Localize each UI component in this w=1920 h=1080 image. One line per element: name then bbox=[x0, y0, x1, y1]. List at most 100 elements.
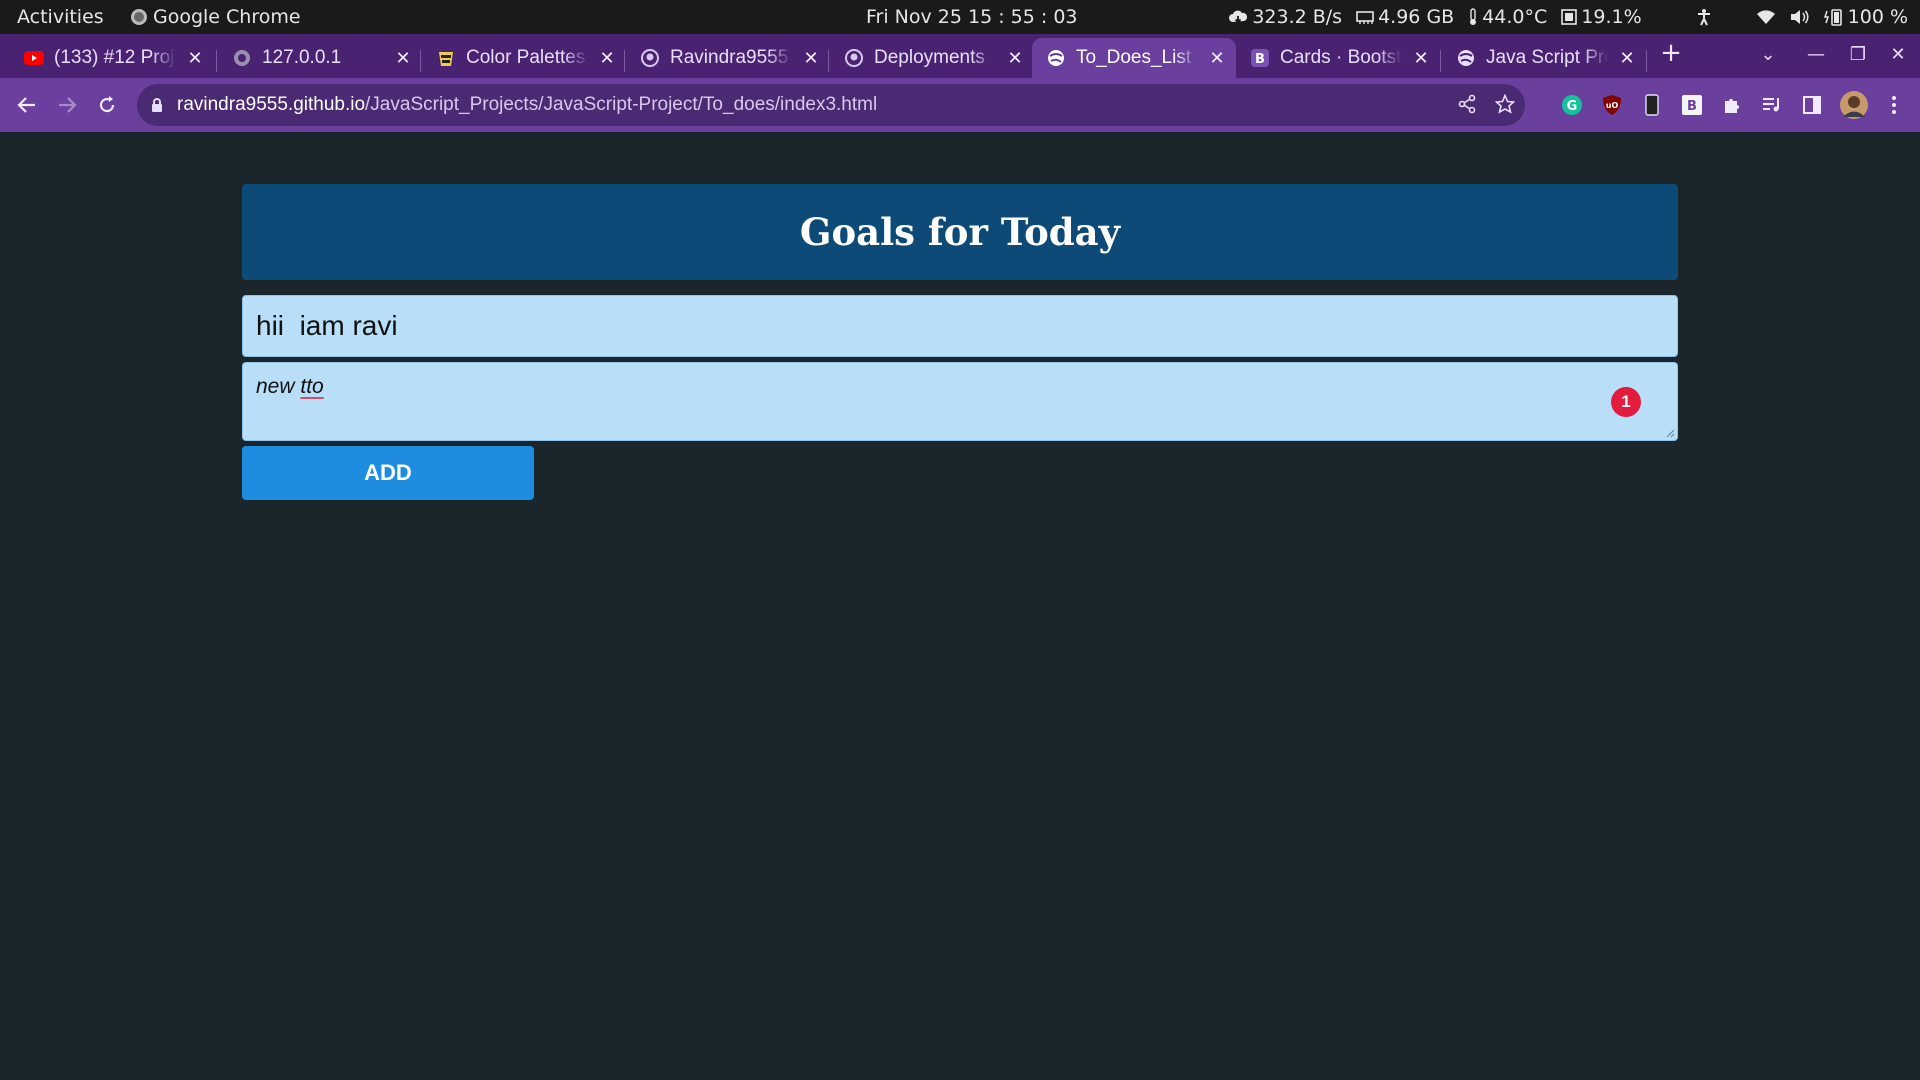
app-name: Google Chrome bbox=[153, 6, 301, 28]
wifi-indicator bbox=[1756, 9, 1776, 25]
minimize-button[interactable]: — bbox=[1804, 44, 1828, 65]
window-close-button[interactable]: ✕ bbox=[1886, 44, 1910, 65]
tab-title: Cards · Bootstrap bbox=[1280, 47, 1402, 68]
tab-strip: (133) #12 Project ✕ 127.0.0.1 ✕ Color Pa… bbox=[0, 34, 1920, 78]
close-icon[interactable]: ✕ bbox=[1616, 47, 1638, 69]
accessibility-indicator bbox=[1696, 8, 1712, 26]
color-palette-icon bbox=[436, 48, 456, 68]
tab-search-button[interactable]: ⌄ bbox=[1756, 44, 1780, 65]
tab-title: 127.0.0.1 bbox=[262, 47, 342, 68]
battery-charging-icon bbox=[1823, 9, 1842, 26]
chrome-menu-button[interactable] bbox=[1881, 92, 1907, 118]
page-viewport: Goals for Today hii iam ravi new tto 1 A… bbox=[0, 132, 1920, 1080]
tab-separator bbox=[828, 50, 829, 72]
resize-handle-icon[interactable] bbox=[1665, 428, 1675, 438]
puzzle-icon bbox=[1725, 99, 1739, 113]
system-status-area[interactable]: 323.2 B/s 4.96 GB 44.0°C 19.1% 100 % bbox=[1228, 6, 1908, 28]
tab-title: Ravindra9555 bbox=[670, 47, 789, 68]
tab-separator bbox=[1440, 50, 1441, 72]
grammarly-icon: G bbox=[1562, 95, 1582, 115]
tab-title: Deployments bbox=[874, 47, 985, 68]
grammarly-suggestion-badge[interactable]: 1 bbox=[1611, 387, 1641, 417]
tab-title: (133) #12 Project bbox=[54, 47, 176, 68]
memory-usage: 4.96 GB bbox=[1356, 6, 1454, 28]
clock[interactable]: Fri Nov 25 15 : 55 : 03 bbox=[866, 6, 1078, 28]
more-vertical-icon bbox=[1892, 96, 1896, 114]
app-menu[interactable]: Google Chrome bbox=[131, 6, 301, 28]
restore-button[interactable]: ❐ bbox=[1846, 44, 1870, 65]
arrow-right-icon bbox=[59, 97, 77, 113]
tab-deployments[interactable]: Deployments ✕ bbox=[830, 38, 1034, 78]
cpu-usage: 19.1% bbox=[1561, 6, 1642, 28]
add-button[interactable]: ADD bbox=[242, 446, 534, 500]
svg-text:B: B bbox=[1255, 52, 1265, 67]
tab-youtube[interactable]: (133) #12 Project ✕ bbox=[10, 38, 214, 78]
svg-text:B: B bbox=[1687, 99, 1697, 114]
globe-icon bbox=[1456, 48, 1476, 68]
memory-icon bbox=[1356, 11, 1374, 24]
tab-separator bbox=[420, 50, 421, 72]
tab-separator bbox=[216, 50, 217, 72]
extension-b[interactable]: B bbox=[1679, 92, 1705, 118]
accessibility-icon bbox=[1697, 9, 1710, 26]
close-icon[interactable]: ✕ bbox=[1410, 47, 1432, 69]
svg-text:G: G bbox=[1567, 99, 1578, 114]
svg-text:uO: uO bbox=[1606, 101, 1619, 110]
close-icon[interactable]: ✕ bbox=[392, 47, 414, 69]
side-panel-icon bbox=[1803, 96, 1821, 114]
todo-title-input[interactable]: hii iam ravi bbox=[242, 295, 1678, 357]
misspelled-word: tto bbox=[300, 375, 324, 398]
close-icon[interactable]: ✕ bbox=[1004, 47, 1026, 69]
close-icon[interactable]: ✕ bbox=[596, 47, 618, 69]
page-title: Goals for Today bbox=[799, 210, 1121, 254]
new-tab-button[interactable]: + bbox=[1656, 38, 1686, 68]
b-extension-icon: B bbox=[1682, 95, 1702, 115]
tab-localhost[interactable]: 127.0.0.1 ✕ bbox=[218, 38, 422, 78]
extension-phone[interactable] bbox=[1639, 92, 1665, 118]
arrow-left-icon bbox=[17, 97, 35, 113]
close-icon[interactable]: ✕ bbox=[1206, 47, 1228, 69]
close-icon[interactable]: ✕ bbox=[184, 47, 206, 69]
tab-title: Java Script Projects bbox=[1486, 47, 1608, 68]
media-controls-button[interactable] bbox=[1759, 92, 1785, 118]
battery-indicator: 100 % bbox=[1823, 6, 1908, 28]
profile-avatar[interactable] bbox=[1839, 90, 1869, 120]
address-bar[interactable]: ravindra9555.github.io/JavaScript_Projec… bbox=[137, 84, 1525, 126]
tab-to-does-list[interactable]: To_Does_List ✕ bbox=[1032, 38, 1236, 78]
url-text: ravindra9555.github.io/JavaScript_Projec… bbox=[177, 94, 878, 115]
github-icon bbox=[640, 48, 660, 68]
browser-toolbar: ravindra9555.github.io/JavaScript_Projec… bbox=[0, 78, 1920, 132]
avatar bbox=[1840, 91, 1868, 119]
reload-button[interactable] bbox=[94, 92, 120, 118]
tab-separator bbox=[1646, 50, 1647, 72]
close-icon[interactable]: ✕ bbox=[800, 47, 822, 69]
cloud-download-icon bbox=[1229, 10, 1248, 24]
youtube-icon bbox=[24, 48, 44, 68]
activities-button[interactable]: Activities bbox=[17, 6, 104, 28]
grammarly-extension[interactable]: G bbox=[1559, 92, 1585, 118]
omnibox-actions bbox=[1457, 94, 1515, 114]
share-icon[interactable] bbox=[1457, 94, 1477, 114]
tab-github-profile[interactable]: Ravindra9555 ✕ bbox=[626, 38, 830, 78]
ublock-extension[interactable]: uO bbox=[1599, 92, 1625, 118]
back-button[interactable] bbox=[14, 92, 40, 118]
globe-icon bbox=[1046, 48, 1066, 68]
tab-bootstrap-cards[interactable]: B Cards · Bootstrap ✕ bbox=[1236, 38, 1440, 78]
globe-icon bbox=[232, 48, 252, 68]
bootstrap-icon: B bbox=[1250, 48, 1270, 68]
system-top-bar: Activities Google Chrome Fri Nov 25 15 :… bbox=[0, 0, 1920, 34]
tab-title: Color Palettes bbox=[466, 47, 586, 68]
todo-description-textarea[interactable]: new tto 1 bbox=[242, 362, 1678, 441]
extensions-button[interactable] bbox=[1719, 92, 1745, 118]
tab-separator bbox=[624, 50, 625, 72]
bookmark-star-icon[interactable] bbox=[1495, 94, 1515, 114]
wifi-icon bbox=[1756, 10, 1775, 24]
temperature: 44.0°C bbox=[1468, 6, 1547, 28]
tab-title: To_Does_List bbox=[1076, 47, 1192, 68]
playlist-icon bbox=[1763, 98, 1779, 112]
forward-button[interactable] bbox=[54, 92, 80, 118]
side-panel-button[interactable] bbox=[1799, 92, 1825, 118]
tab-javascript-projects[interactable]: Java Script Projects ✕ bbox=[1442, 38, 1646, 78]
tab-color-palettes[interactable]: Color Palettes ✕ bbox=[422, 38, 626, 78]
network-speed: 323.2 B/s bbox=[1228, 6, 1342, 28]
